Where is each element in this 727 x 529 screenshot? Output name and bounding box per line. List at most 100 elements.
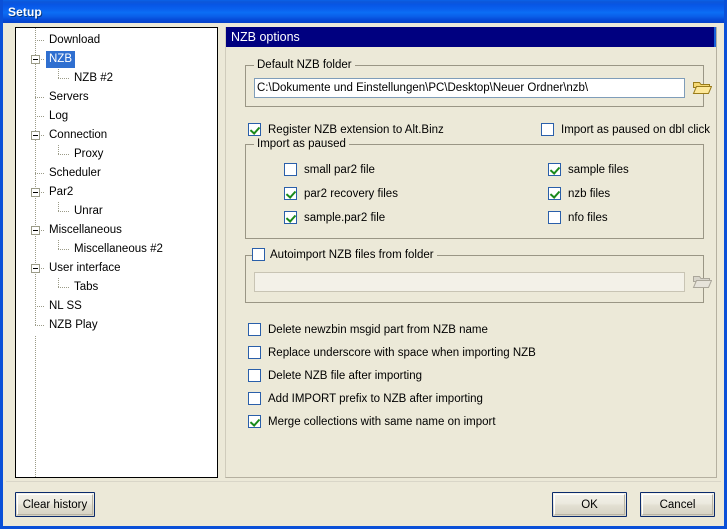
tree-collapse-icon[interactable] <box>31 188 40 197</box>
sidebar-item-tabs[interactable]: Tabs <box>16 278 217 297</box>
sidebar-item-label: Par2 <box>49 186 74 198</box>
option-label-merge-collections-with-same-name-on-import: Merge collections with same name on impo… <box>268 415 496 428</box>
checkbox-delete-newzbin-msgid-part-from-nzb-name[interactable] <box>248 323 261 336</box>
register-nzb-extension-checkbox[interactable] <box>248 123 261 136</box>
window-client-area: Download NZB NZB #2 Servers Log Connection Pro… <box>6 23 721 523</box>
sidebar-item-servers[interactable]: Servers <box>16 88 217 107</box>
window-title: Setup <box>8 4 42 19</box>
tree-collapse-icon[interactable] <box>31 264 40 273</box>
sidebar-item-user-interface[interactable]: User interface <box>16 259 217 278</box>
tree-connector <box>35 173 45 174</box>
sidebar-item-download[interactable]: Download <box>16 31 217 50</box>
checkbox-nzb-files[interactable] <box>548 187 561 200</box>
checkbox-nfo-files[interactable] <box>548 211 561 224</box>
register-nzb-extension-label: Register NZB extension to Alt.Binz <box>268 123 444 136</box>
tree-connector <box>35 40 45 41</box>
autoimport-checkbox[interactable] <box>252 248 265 261</box>
autoimport-folder-input[interactable] <box>254 272 685 292</box>
checkbox-par2-recovery-files[interactable] <box>284 187 297 200</box>
tree-collapse-icon[interactable] <box>31 226 40 235</box>
folder-open-icon[interactable] <box>692 79 713 97</box>
sidebar-item-label: Miscellaneous <box>49 224 122 236</box>
option-label-par2-recovery-files: par2 recovery files <box>304 187 398 200</box>
import-as-paused-group: Import as paused small par2 file par2 rec… <box>245 138 704 239</box>
dialog-footer: Clear history OK Cancel <box>6 481 721 523</box>
sidebar-item-nzb-2[interactable]: NZB #2 <box>16 69 217 88</box>
default-nzb-folder-input[interactable]: C:\Dokumente und Einstellungen\PC\Deskto… <box>254 78 685 98</box>
import-paused-dbl-click-checkbox[interactable] <box>541 123 554 136</box>
option-row-replace-underscore-with-space-when-importing-nzb[interactable]: Replace underscore with space when impor… <box>248 346 536 359</box>
settings-tree-list: Download NZB NZB #2 Servers Log Connection Pro… <box>16 28 217 335</box>
checkbox-replace-underscore-with-space-when-importing-nzb[interactable] <box>248 346 261 359</box>
sidebar-item-par2[interactable]: Par2 <box>16 183 217 202</box>
sidebar-item-unrar[interactable]: Unrar <box>16 202 217 221</box>
sidebar-item-label: Download <box>49 34 101 46</box>
sidebar-item-label: NL SS <box>49 300 82 312</box>
option-label-add-import-prefix-to-nzb-after-importing: Add IMPORT prefix to NZB after importing <box>268 392 483 405</box>
sidebar-item-label: Unrar <box>74 205 103 217</box>
checkbox-merge-collections-with-same-name-on-import[interactable] <box>248 415 261 428</box>
sidebar-item-proxy[interactable]: Proxy <box>16 145 217 164</box>
clear-history-button[interactable]: Clear history <box>15 492 95 517</box>
sidebar-item-miscellaneous-2[interactable]: Miscellaneous #2 <box>16 240 217 259</box>
option-row-delete-newzbin-msgid-part-from-nzb-name[interactable]: Delete newzbin msgid part from NZB name <box>248 323 488 336</box>
checkbox-sample-files[interactable] <box>548 163 561 176</box>
folder-open-disabled-icon <box>692 273 713 291</box>
panel-header: NZB options <box>226 27 716 47</box>
tree-connector <box>58 211 70 212</box>
option-row-sample-par2-file[interactable]: sample.par2 file <box>284 211 385 224</box>
tree-connector <box>35 97 45 98</box>
option-row-par2-recovery-files[interactable]: par2 recovery files <box>284 187 398 200</box>
checkbox-delete-nzb-file-after-importing[interactable] <box>248 369 261 382</box>
option-label-small-par2-file: small par2 file <box>304 163 375 176</box>
tree-connector <box>58 154 70 155</box>
checkbox-add-import-prefix-to-nzb-after-importing[interactable] <box>248 392 261 405</box>
option-row-small-par2-file[interactable]: small par2 file <box>284 163 375 176</box>
option-row-sample-files[interactable]: sample files <box>548 163 629 176</box>
sidebar-item-scheduler[interactable]: Scheduler <box>16 164 217 183</box>
sidebar-item-nzb-play[interactable]: NZB Play <box>16 316 217 335</box>
option-label-sample-files: sample files <box>568 163 629 176</box>
tree-connector <box>35 306 45 307</box>
default-nzb-folder-group-title: Default NZB folder <box>254 59 355 71</box>
autoimport-group-title: Autoimport NZB files from folder <box>270 248 434 261</box>
sidebar-item-label: NZB <box>46 51 75 68</box>
checkbox-small-par2-file[interactable] <box>284 163 297 176</box>
option-row-nzb-files[interactable]: nzb files <box>548 187 610 200</box>
sidebar-item-connection[interactable]: Connection <box>16 126 217 145</box>
sidebar-item-miscellaneous[interactable]: Miscellaneous <box>16 221 217 240</box>
title-bar: Setup <box>3 0 724 23</box>
sidebar-item-label: Servers <box>49 91 89 103</box>
sidebar-item-log[interactable]: Log <box>16 107 217 126</box>
tree-collapse-icon[interactable] <box>31 131 40 140</box>
option-row-delete-nzb-file-after-importing[interactable]: Delete NZB file after importing <box>248 369 422 382</box>
sidebar-item-label: Miscellaneous #2 <box>74 243 163 255</box>
import-paused-dbl-click-row[interactable]: Import as paused on dbl click <box>541 123 710 136</box>
option-row-merge-collections-with-same-name-on-import[interactable]: Merge collections with same name on impo… <box>248 415 496 428</box>
import-as-paused-group-title: Import as paused <box>254 138 349 150</box>
clear-history-button-label: Clear history <box>22 498 88 511</box>
sidebar-item-label: Proxy <box>74 148 104 160</box>
sidebar-item-label: Scheduler <box>49 167 101 179</box>
settings-tree-panel[interactable]: Download NZB NZB #2 Servers Log Connection Pro… <box>15 27 218 478</box>
option-label-nfo-files: nfo files <box>568 211 608 224</box>
sidebar-item-label: Tabs <box>74 281 99 293</box>
sidebar-item-nzb[interactable]: NZB <box>16 50 217 69</box>
tree-connector <box>58 287 70 288</box>
ok-button[interactable]: OK <box>552 492 627 517</box>
tree-connector <box>58 249 70 250</box>
setup-window: Setup Download NZB NZB #2 Servers Log Connect… <box>0 0 727 529</box>
sidebar-item-nl-ss[interactable]: NL SS <box>16 297 217 316</box>
option-label-nzb-files: nzb files <box>568 187 611 200</box>
register-nzb-extension-row[interactable]: Register NZB extension to Alt.Binz <box>248 123 444 136</box>
tree-collapse-icon[interactable] <box>31 55 40 64</box>
checkbox-sample-par2-file[interactable] <box>284 211 297 224</box>
sidebar-item-label: Connection <box>49 129 108 141</box>
sidebar-item-label: NZB #2 <box>74 72 113 84</box>
option-label-replace-underscore-with-space-when-importing-nzb: Replace underscore with space when impor… <box>268 346 536 359</box>
autoimport-group-title-row[interactable]: Autoimport NZB files from folder <box>252 248 437 261</box>
nzb-options-panel: NZB options Default NZB folder C:\Dokume… <box>225 27 717 478</box>
option-row-add-import-prefix-to-nzb-after-importing[interactable]: Add IMPORT prefix to NZB after importing <box>248 392 483 405</box>
option-row-nfo-files[interactable]: nfo files <box>548 211 608 224</box>
cancel-button[interactable]: Cancel <box>640 492 715 517</box>
